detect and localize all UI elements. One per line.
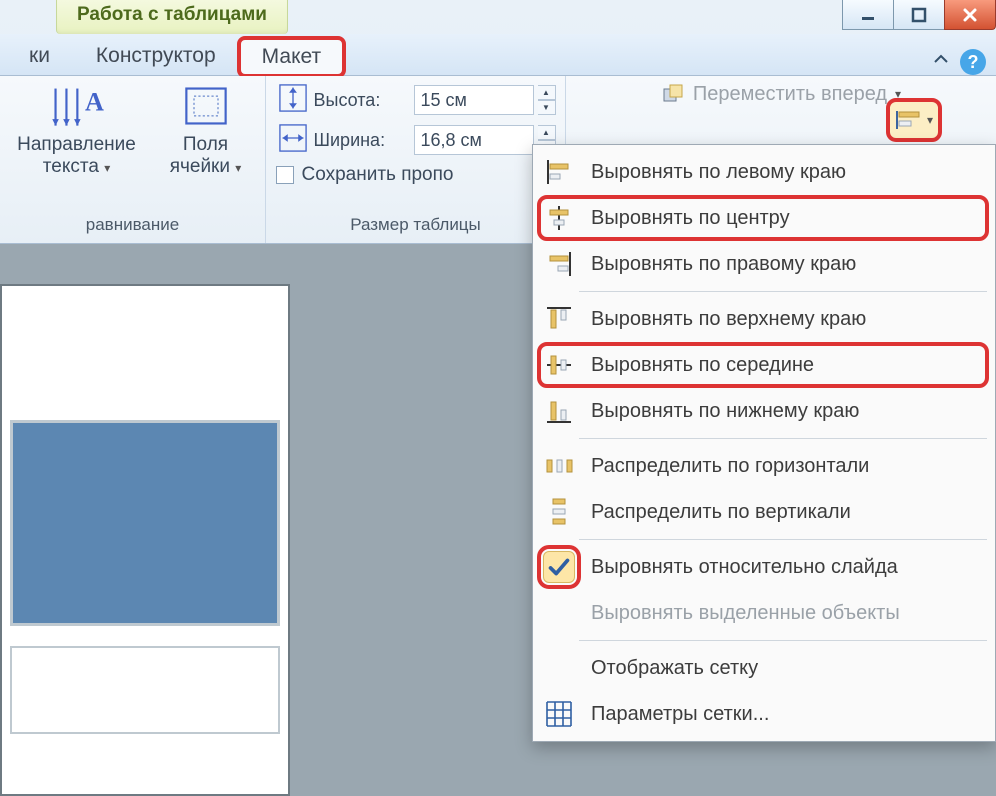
- menu-separator: [579, 291, 987, 292]
- align-bottom-icon: [543, 395, 575, 427]
- menu-align-selected: Выровнять выделенные объекты: [533, 590, 995, 636]
- height-label: Высота:: [314, 90, 410, 111]
- checkmark-icon: [543, 551, 575, 583]
- menu-grid-settings[interactable]: Параметры сетки...: [533, 691, 995, 737]
- menu-separator: [579, 438, 987, 439]
- menu-align-right[interactable]: Выровнять по правому краю: [533, 241, 995, 287]
- align-left-icon: [543, 156, 575, 188]
- menu-label: Распределить по вертикали: [591, 501, 851, 524]
- bring-forward-label: Переместить вперед: [693, 83, 887, 106]
- menu-label: Распределить по горизонтали: [591, 455, 869, 478]
- tab-partial[interactable]: ки: [6, 37, 73, 75]
- cell-margins-l1: Поля: [183, 134, 228, 155]
- contextual-tab-label: Работа с таблицами: [56, 0, 288, 34]
- text-direction-l2: текста: [43, 156, 99, 177]
- ribbon-minimize-icon[interactable]: [932, 51, 950, 74]
- menu-label: Выровнять по левому краю: [591, 161, 846, 184]
- svg-text:A: A: [85, 87, 104, 116]
- text-direction-button[interactable]: A Направление текста ▾: [12, 82, 142, 178]
- cell-margins-l2: ячейки: [170, 156, 230, 177]
- chevron-down-icon: ▾: [927, 113, 933, 127]
- align-middle-icon: [543, 349, 575, 381]
- tab-design[interactable]: Конструктор: [73, 37, 239, 75]
- menu-separator: [579, 539, 987, 540]
- height-icon: [276, 81, 310, 120]
- menu-label: Выровнять по центру: [591, 207, 790, 230]
- menu-align-left[interactable]: Выровнять по левому краю: [533, 149, 995, 195]
- align-button[interactable]: ▾: [886, 98, 942, 142]
- text-direction-l1: Направление: [17, 134, 136, 155]
- width-label: Ширина:: [314, 130, 410, 151]
- blank-icon: [543, 597, 575, 629]
- align-menu: Выровнять по левому краю Выровнять по це…: [532, 144, 996, 742]
- menu-label: Выровнять по середине: [591, 354, 814, 377]
- lock-aspect-label: Сохранить пропо: [302, 164, 454, 186]
- text-direction-icon: A: [49, 82, 104, 130]
- menu-distribute-h[interactable]: Распределить по горизонтали: [533, 443, 995, 489]
- menu-align-middle[interactable]: Выровнять по середине: [533, 342, 995, 388]
- grid-icon: [543, 698, 575, 730]
- cell-margins-button[interactable]: Поля ячейки ▾: [158, 82, 254, 178]
- distribute-v-icon: [543, 496, 575, 528]
- tab-strip: ки Конструктор Макет ?: [0, 34, 996, 76]
- width-input[interactable]: 16,8 см: [414, 125, 534, 155]
- height-input[interactable]: 15 см: [414, 85, 534, 115]
- menu-label: Параметры сетки...: [591, 703, 769, 726]
- minimize-button[interactable]: [842, 0, 894, 30]
- group-label-tablesize: Размер таблицы: [350, 215, 481, 239]
- chevron-down-icon: ▾: [104, 161, 110, 175]
- menu-label: Выровнять выделенные объекты: [591, 602, 900, 625]
- menu-label: Отображать сетку: [591, 657, 758, 680]
- help-button[interactable]: ?: [960, 49, 986, 75]
- menu-align-to-slide[interactable]: Выровнять относительно слайда: [533, 544, 995, 590]
- lock-aspect-checkbox[interactable]: Сохранить пропо: [276, 164, 454, 186]
- blank-icon: [543, 652, 575, 684]
- tab-layout[interactable]: Макет: [239, 38, 344, 76]
- menu-align-center[interactable]: Выровнять по центру: [533, 195, 995, 241]
- distribute-h-icon: [543, 450, 575, 482]
- window-controls: [843, 0, 996, 32]
- menu-label: Выровнять по правому краю: [591, 253, 856, 276]
- slide-thumbnail[interactable]: [10, 420, 280, 626]
- bring-forward-button[interactable]: Переместить вперед ▾: [661, 82, 901, 106]
- menu-separator: [579, 640, 987, 641]
- checkbox-icon: [276, 166, 294, 184]
- close-button[interactable]: [944, 0, 996, 30]
- bring-forward-icon: [661, 82, 685, 106]
- align-icon: [895, 107, 925, 133]
- menu-align-bottom[interactable]: Выровнять по нижнему краю: [533, 388, 995, 434]
- maximize-button[interactable]: [893, 0, 945, 30]
- width-icon: [276, 121, 310, 160]
- menu-label: Выровнять по нижнему краю: [591, 400, 859, 423]
- cell-margins-icon: [182, 82, 230, 130]
- menu-show-grid[interactable]: Отображать сетку: [533, 645, 995, 691]
- slide-thumbnail[interactable]: [10, 646, 280, 734]
- chevron-down-icon: ▾: [235, 161, 241, 175]
- menu-align-top[interactable]: Выровнять по верхнему краю: [533, 296, 995, 342]
- align-right-icon: [543, 248, 575, 280]
- group-label-alignment: равнивание: [86, 215, 179, 239]
- height-spinner[interactable]: ▲▼: [538, 85, 556, 115]
- menu-label: Выровнять относительно слайда: [591, 556, 898, 579]
- menu-label: Выровнять по верхнему краю: [591, 308, 866, 331]
- align-top-icon: [543, 303, 575, 335]
- align-center-icon: [543, 202, 575, 234]
- slide-thumbnail-panel: [0, 284, 290, 796]
- menu-distribute-v[interactable]: Распределить по вертикали: [533, 489, 995, 535]
